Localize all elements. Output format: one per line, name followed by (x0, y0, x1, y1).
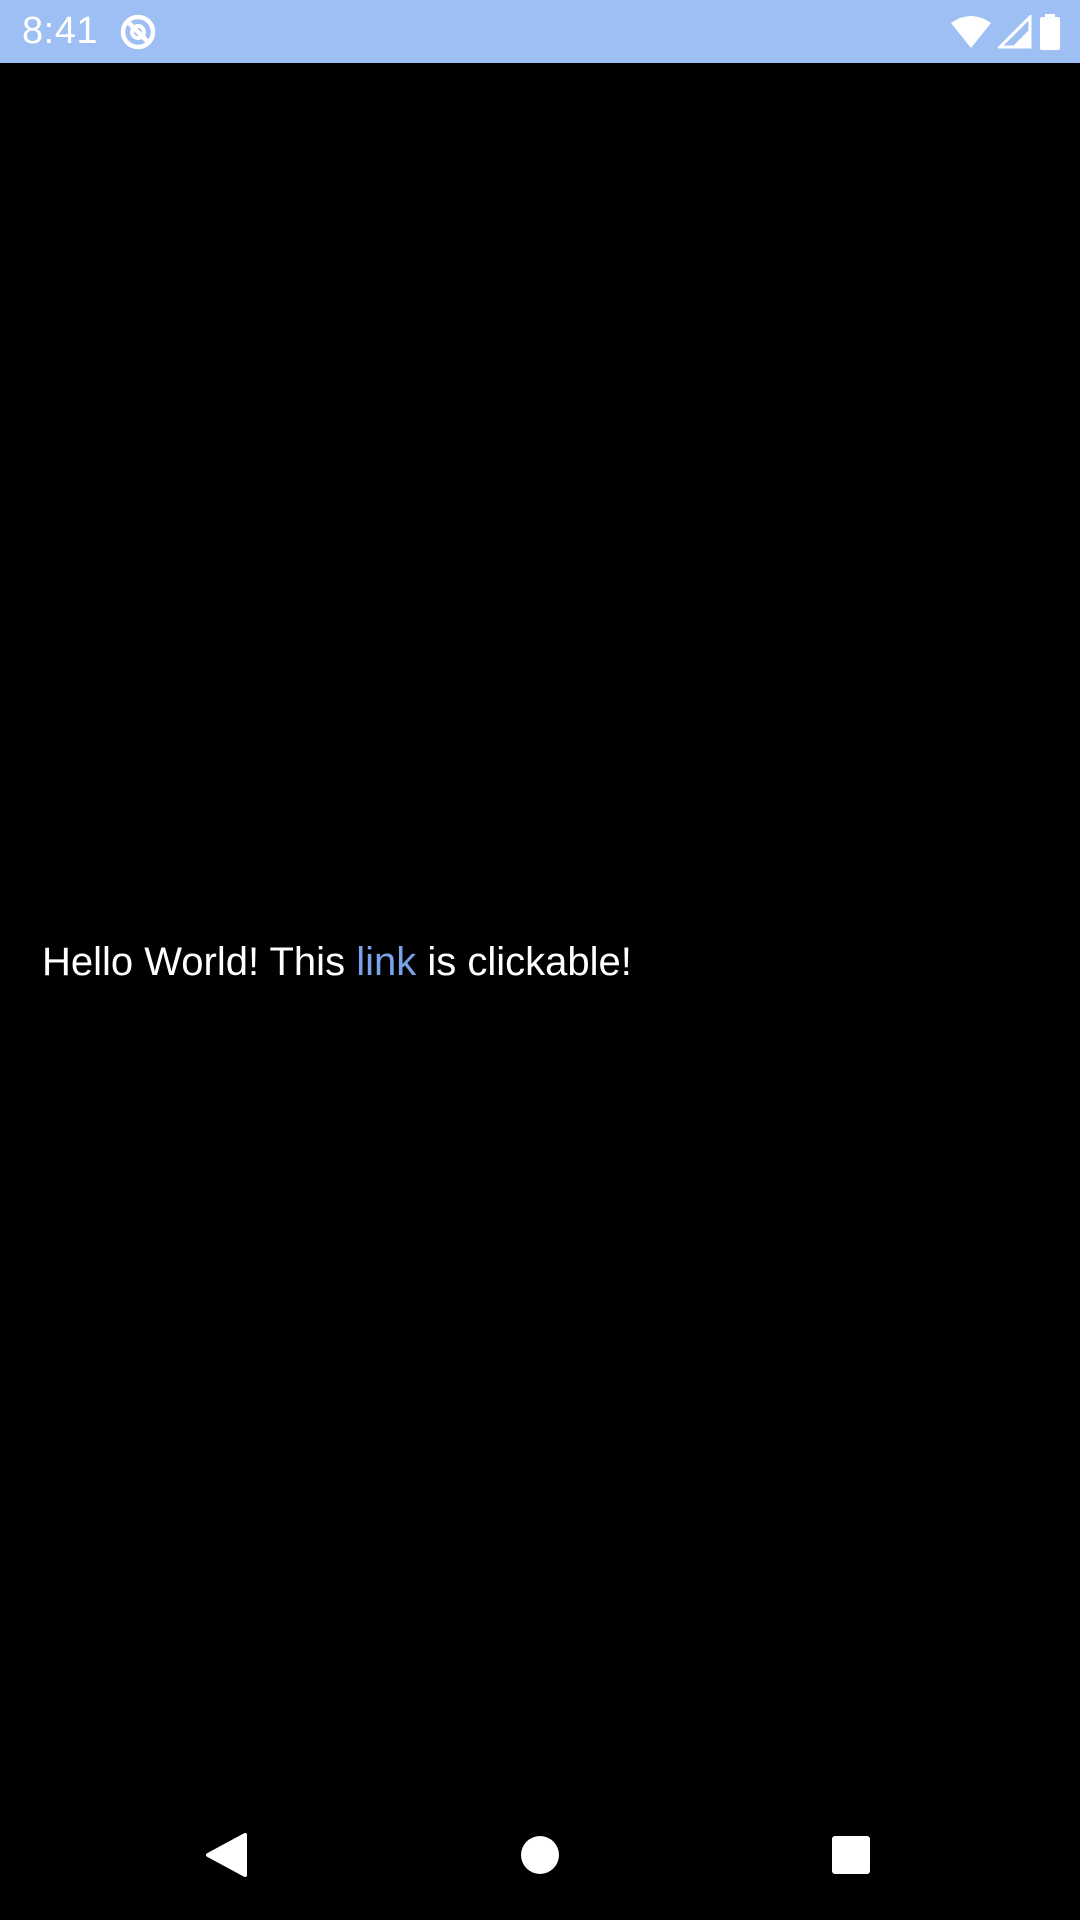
home-button[interactable] (507, 1824, 573, 1890)
text-after: is clickable! (416, 940, 632, 984)
screen: 8:41 Hello World! This link is clickable… (0, 0, 1080, 1920)
status-bar: 8:41 (0, 0, 1080, 63)
hello-text: Hello World! This link is clickable! (42, 937, 632, 987)
cell-signal-icon (998, 15, 1032, 49)
back-button[interactable] (193, 1824, 259, 1890)
navigation-bar (0, 1794, 1080, 1920)
status-time: 8:41 (22, 10, 98, 52)
home-icon (520, 1835, 560, 1880)
recents-button[interactable] (818, 1824, 884, 1890)
clickable-link[interactable]: link (356, 940, 416, 984)
text-before: Hello World! This (42, 940, 357, 984)
back-icon (204, 1832, 248, 1883)
recents-icon (831, 1835, 871, 1880)
data-saver-icon (118, 12, 158, 52)
status-icons (950, 12, 1062, 52)
battery-icon (1038, 14, 1062, 50)
wifi-icon (950, 15, 992, 49)
